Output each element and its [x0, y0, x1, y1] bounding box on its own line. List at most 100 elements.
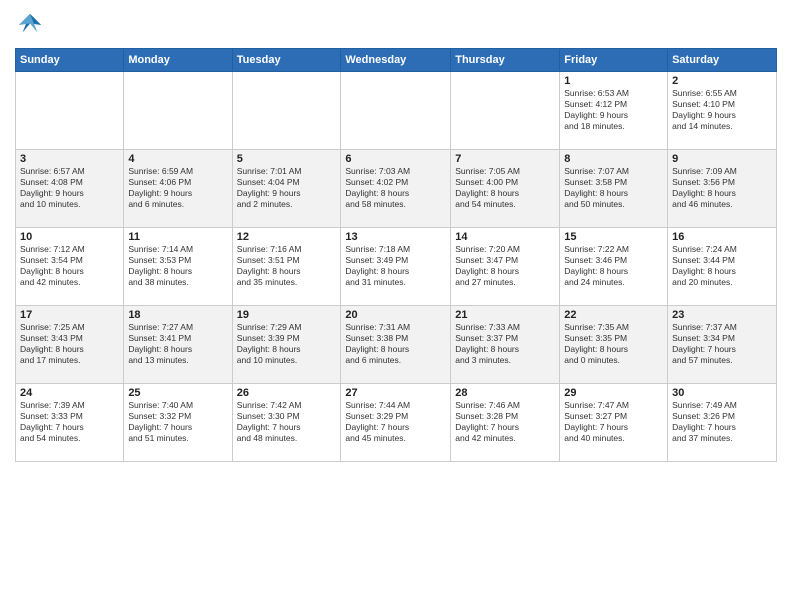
day-info: Sunrise: 7:44 AM Sunset: 3:29 PM Dayligh… — [345, 400, 446, 444]
day-info: Sunrise: 7:12 AM Sunset: 3:54 PM Dayligh… — [20, 244, 119, 288]
weekday-header-row: SundayMondayTuesdayWednesdayThursdayFrid… — [16, 49, 777, 72]
calendar-cell: 13Sunrise: 7:18 AM Sunset: 3:49 PM Dayli… — [341, 228, 451, 306]
calendar-cell: 20Sunrise: 7:31 AM Sunset: 3:38 PM Dayli… — [341, 306, 451, 384]
day-info: Sunrise: 7:46 AM Sunset: 3:28 PM Dayligh… — [455, 400, 555, 444]
calendar-cell — [341, 72, 451, 150]
calendar-body: 1Sunrise: 6:53 AM Sunset: 4:12 PM Daylig… — [16, 72, 777, 462]
day-info: Sunrise: 7:07 AM Sunset: 3:58 PM Dayligh… — [564, 166, 663, 210]
day-number: 19 — [237, 309, 337, 321]
day-number: 12 — [237, 231, 337, 243]
day-number: 13 — [345, 231, 446, 243]
calendar-week-5: 24Sunrise: 7:39 AM Sunset: 3:33 PM Dayli… — [16, 384, 777, 462]
calendar-cell: 16Sunrise: 7:24 AM Sunset: 3:44 PM Dayli… — [668, 228, 777, 306]
calendar-cell — [451, 72, 560, 150]
calendar-cell: 10Sunrise: 7:12 AM Sunset: 3:54 PM Dayli… — [16, 228, 124, 306]
calendar-cell: 1Sunrise: 6:53 AM Sunset: 4:12 PM Daylig… — [560, 72, 668, 150]
weekday-header-wednesday: Wednesday — [341, 49, 451, 72]
calendar-week-1: 1Sunrise: 6:53 AM Sunset: 4:12 PM Daylig… — [16, 72, 777, 150]
day-number: 3 — [20, 153, 119, 165]
day-info: Sunrise: 6:53 AM Sunset: 4:12 PM Dayligh… — [564, 88, 663, 132]
day-number: 29 — [564, 387, 663, 399]
calendar-cell: 30Sunrise: 7:49 AM Sunset: 3:26 PM Dayli… — [668, 384, 777, 462]
day-number: 26 — [237, 387, 337, 399]
logo-icon — [15, 10, 45, 40]
day-info: Sunrise: 6:59 AM Sunset: 4:06 PM Dayligh… — [128, 166, 227, 210]
day-number: 24 — [20, 387, 119, 399]
day-info: Sunrise: 7:05 AM Sunset: 4:00 PM Dayligh… — [455, 166, 555, 210]
calendar-cell: 4Sunrise: 6:59 AM Sunset: 4:06 PM Daylig… — [124, 150, 232, 228]
day-info: Sunrise: 7:22 AM Sunset: 3:46 PM Dayligh… — [564, 244, 663, 288]
day-info: Sunrise: 7:47 AM Sunset: 3:27 PM Dayligh… — [564, 400, 663, 444]
calendar-table: SundayMondayTuesdayWednesdayThursdayFrid… — [15, 48, 777, 462]
logo — [15, 10, 47, 40]
calendar-week-4: 17Sunrise: 7:25 AM Sunset: 3:43 PM Dayli… — [16, 306, 777, 384]
weekday-header-friday: Friday — [560, 49, 668, 72]
calendar-cell: 19Sunrise: 7:29 AM Sunset: 3:39 PM Dayli… — [232, 306, 341, 384]
day-info: Sunrise: 7:31 AM Sunset: 3:38 PM Dayligh… — [345, 322, 446, 366]
day-number: 16 — [672, 231, 772, 243]
day-info: Sunrise: 6:55 AM Sunset: 4:10 PM Dayligh… — [672, 88, 772, 132]
day-info: Sunrise: 7:18 AM Sunset: 3:49 PM Dayligh… — [345, 244, 446, 288]
calendar-cell: 17Sunrise: 7:25 AM Sunset: 3:43 PM Dayli… — [16, 306, 124, 384]
day-info: Sunrise: 7:40 AM Sunset: 3:32 PM Dayligh… — [128, 400, 227, 444]
day-info: Sunrise: 7:29 AM Sunset: 3:39 PM Dayligh… — [237, 322, 337, 366]
day-info: Sunrise: 7:20 AM Sunset: 3:47 PM Dayligh… — [455, 244, 555, 288]
day-number: 25 — [128, 387, 227, 399]
calendar-cell: 6Sunrise: 7:03 AM Sunset: 4:02 PM Daylig… — [341, 150, 451, 228]
day-info: Sunrise: 7:33 AM Sunset: 3:37 PM Dayligh… — [455, 322, 555, 366]
day-number: 20 — [345, 309, 446, 321]
calendar-cell: 28Sunrise: 7:46 AM Sunset: 3:28 PM Dayli… — [451, 384, 560, 462]
day-number: 4 — [128, 153, 227, 165]
day-info: Sunrise: 7:25 AM Sunset: 3:43 PM Dayligh… — [20, 322, 119, 366]
day-info: Sunrise: 7:49 AM Sunset: 3:26 PM Dayligh… — [672, 400, 772, 444]
day-number: 7 — [455, 153, 555, 165]
day-info: Sunrise: 7:24 AM Sunset: 3:44 PM Dayligh… — [672, 244, 772, 288]
calendar-cell: 24Sunrise: 7:39 AM Sunset: 3:33 PM Dayli… — [16, 384, 124, 462]
calendar-week-3: 10Sunrise: 7:12 AM Sunset: 3:54 PM Dayli… — [16, 228, 777, 306]
day-number: 6 — [345, 153, 446, 165]
day-info: Sunrise: 7:42 AM Sunset: 3:30 PM Dayligh… — [237, 400, 337, 444]
day-number: 5 — [237, 153, 337, 165]
day-number: 10 — [20, 231, 119, 243]
day-number: 28 — [455, 387, 555, 399]
day-info: Sunrise: 7:37 AM Sunset: 3:34 PM Dayligh… — [672, 322, 772, 366]
calendar-cell: 9Sunrise: 7:09 AM Sunset: 3:56 PM Daylig… — [668, 150, 777, 228]
page: SundayMondayTuesdayWednesdayThursdayFrid… — [0, 0, 792, 612]
day-number: 8 — [564, 153, 663, 165]
day-number: 30 — [672, 387, 772, 399]
calendar-cell: 29Sunrise: 7:47 AM Sunset: 3:27 PM Dayli… — [560, 384, 668, 462]
calendar-cell: 26Sunrise: 7:42 AM Sunset: 3:30 PM Dayli… — [232, 384, 341, 462]
day-number: 15 — [564, 231, 663, 243]
day-number: 2 — [672, 75, 772, 87]
day-info: Sunrise: 7:01 AM Sunset: 4:04 PM Dayligh… — [237, 166, 337, 210]
calendar-cell: 12Sunrise: 7:16 AM Sunset: 3:51 PM Dayli… — [232, 228, 341, 306]
day-info: Sunrise: 7:14 AM Sunset: 3:53 PM Dayligh… — [128, 244, 227, 288]
calendar-cell: 22Sunrise: 7:35 AM Sunset: 3:35 PM Dayli… — [560, 306, 668, 384]
day-info: Sunrise: 7:39 AM Sunset: 3:33 PM Dayligh… — [20, 400, 119, 444]
weekday-header-thursday: Thursday — [451, 49, 560, 72]
day-info: Sunrise: 7:03 AM Sunset: 4:02 PM Dayligh… — [345, 166, 446, 210]
header — [15, 10, 777, 40]
day-number: 17 — [20, 309, 119, 321]
calendar-cell: 23Sunrise: 7:37 AM Sunset: 3:34 PM Dayli… — [668, 306, 777, 384]
calendar-cell: 11Sunrise: 7:14 AM Sunset: 3:53 PM Dayli… — [124, 228, 232, 306]
day-number: 14 — [455, 231, 555, 243]
day-info: Sunrise: 7:27 AM Sunset: 3:41 PM Dayligh… — [128, 322, 227, 366]
day-number: 21 — [455, 309, 555, 321]
calendar-cell: 18Sunrise: 7:27 AM Sunset: 3:41 PM Dayli… — [124, 306, 232, 384]
day-number: 1 — [564, 75, 663, 87]
calendar-cell: 25Sunrise: 7:40 AM Sunset: 3:32 PM Dayli… — [124, 384, 232, 462]
weekday-header-tuesday: Tuesday — [232, 49, 341, 72]
weekday-header-sunday: Sunday — [16, 49, 124, 72]
calendar-cell — [16, 72, 124, 150]
day-number: 11 — [128, 231, 227, 243]
calendar-week-2: 3Sunrise: 6:57 AM Sunset: 4:08 PM Daylig… — [16, 150, 777, 228]
day-info: Sunrise: 7:16 AM Sunset: 3:51 PM Dayligh… — [237, 244, 337, 288]
calendar-cell: 7Sunrise: 7:05 AM Sunset: 4:00 PM Daylig… — [451, 150, 560, 228]
calendar-cell: 15Sunrise: 7:22 AM Sunset: 3:46 PM Dayli… — [560, 228, 668, 306]
calendar-cell: 21Sunrise: 7:33 AM Sunset: 3:37 PM Dayli… — [451, 306, 560, 384]
day-info: Sunrise: 7:09 AM Sunset: 3:56 PM Dayligh… — [672, 166, 772, 210]
day-number: 22 — [564, 309, 663, 321]
calendar-header: SundayMondayTuesdayWednesdayThursdayFrid… — [16, 49, 777, 72]
day-number: 18 — [128, 309, 227, 321]
